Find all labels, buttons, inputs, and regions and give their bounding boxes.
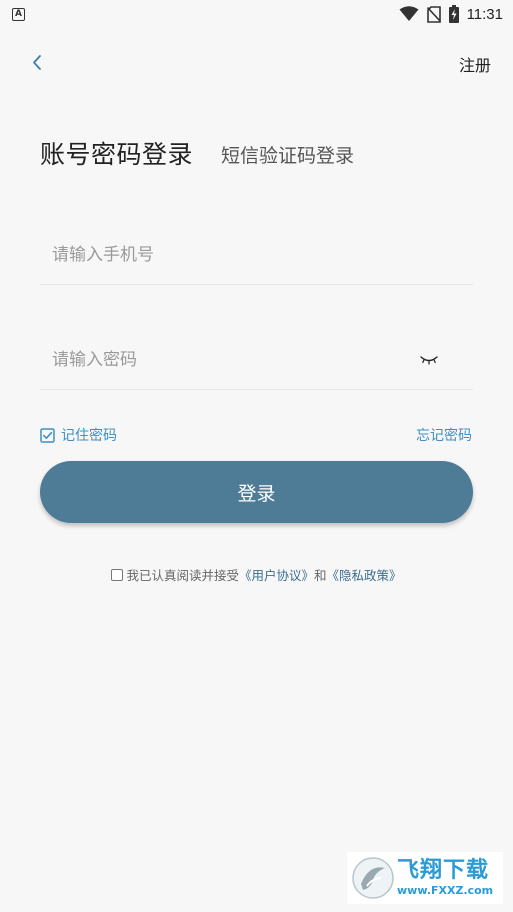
password-input[interactable] bbox=[52, 330, 412, 390]
privacy-policy-link[interactable]: 《隐私政策》 bbox=[327, 565, 402, 584]
wifi-icon bbox=[399, 6, 419, 21]
back-button[interactable] bbox=[26, 50, 50, 74]
watermark-logo-icon bbox=[352, 857, 394, 899]
forgot-password-link[interactable]: 忘记密码 bbox=[416, 425, 472, 445]
phone-field bbox=[40, 225, 473, 285]
login-button[interactable]: 登录 bbox=[40, 461, 473, 523]
tab-password-login[interactable]: 账号密码登录 bbox=[40, 135, 193, 171]
user-agreement-link[interactable]: 《用户协议》 bbox=[239, 565, 314, 584]
agreement-conjunction: 和 bbox=[314, 568, 327, 583]
agreement-row: 我已认真阅读并接受 《用户协议》 和 《隐私政策》 bbox=[0, 565, 513, 584]
notification-a-icon: A bbox=[12, 7, 25, 21]
password-field bbox=[40, 330, 473, 390]
battery-charging-icon bbox=[448, 5, 459, 23]
status-time: 11:31 bbox=[466, 5, 503, 23]
tab-sms-login[interactable]: 短信验证码登录 bbox=[221, 141, 354, 168]
eye-closed-icon bbox=[420, 356, 438, 365]
password-visibility-toggle[interactable] bbox=[419, 352, 439, 366]
register-button[interactable]: 注册 bbox=[459, 52, 491, 76]
agreement-checkbox[interactable] bbox=[111, 568, 124, 581]
checkbox-checked-icon[interactable] bbox=[40, 427, 55, 443]
watermark: 飞翔下载 www.FXXZ.com bbox=[347, 852, 503, 904]
status-right: 11:31 bbox=[399, 5, 503, 23]
status-left: A bbox=[12, 7, 25, 21]
no-sim-icon bbox=[426, 5, 441, 23]
chevron-left-icon bbox=[33, 55, 41, 70]
watermark-text: 飞翔下载 www.FXXZ.com bbox=[397, 858, 499, 897]
watermark-cn: 飞翔下载 bbox=[397, 858, 490, 883]
phone-input[interactable] bbox=[52, 225, 412, 285]
remember-password-option[interactable]: 记住密码 bbox=[40, 425, 117, 445]
status-bar: A 11:31 bbox=[0, 0, 513, 28]
watermark-en: www.FXXZ.com bbox=[397, 884, 494, 897]
remember-password-label: 记住密码 bbox=[61, 428, 117, 444]
agreement-prefix: 我已认真阅读并接受 bbox=[126, 568, 239, 583]
